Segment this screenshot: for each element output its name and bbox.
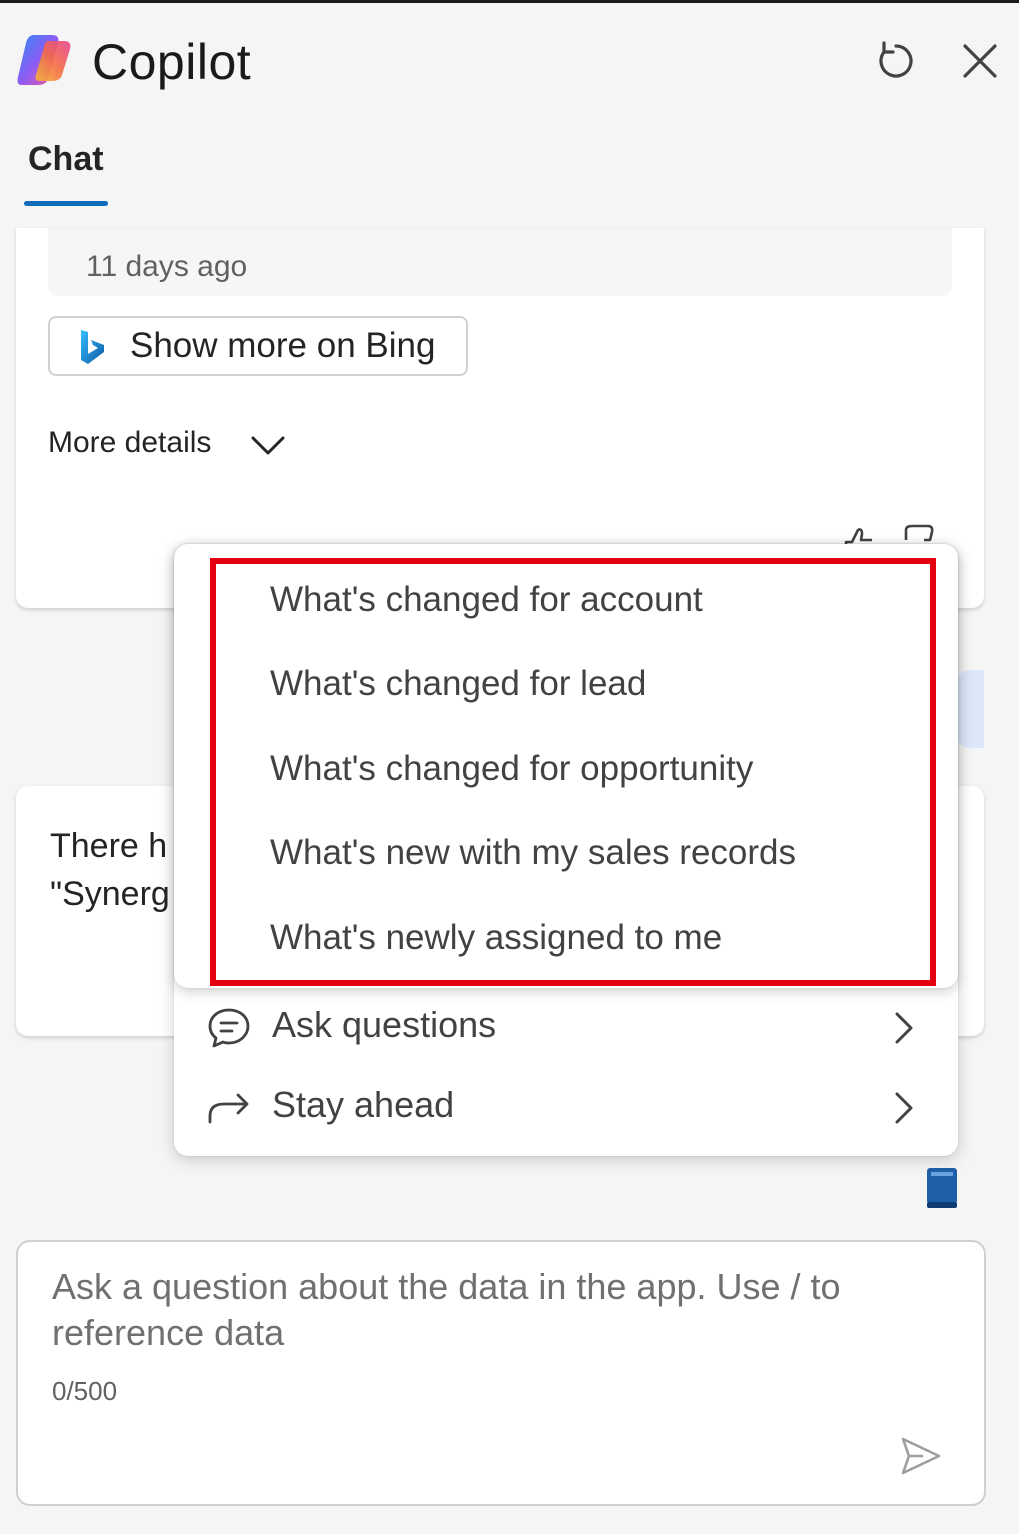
- prompt-guide-book-icon[interactable]: [924, 1166, 960, 1210]
- chat-composer[interactable]: Ask a question about the data in the app…: [16, 1240, 986, 1506]
- more-details-label: More details: [48, 426, 212, 459]
- refresh-button[interactable]: [872, 37, 920, 85]
- chevron-down-icon: [251, 436, 285, 455]
- refresh-icon: [879, 41, 913, 78]
- menu-item-label: Stay ahead: [272, 1084, 455, 1125]
- chat-bubble-icon: [208, 1008, 250, 1048]
- tab-active-indicator: [24, 201, 108, 206]
- prompt-guide-menu: Ask questions Stay ahead What's changed …: [174, 544, 958, 1156]
- share-arrow-icon: [208, 1093, 249, 1124]
- submenu-item-sales-records[interactable]: What's new with my sales records: [270, 833, 796, 873]
- submenu-item-account[interactable]: What's changed for account: [270, 580, 703, 620]
- character-counter: 0/500: [52, 1376, 118, 1406]
- submenu-item-opportunity[interactable]: What's changed for opportunity: [270, 749, 753, 789]
- more-details-toggle[interactable]: More details: [48, 426, 285, 470]
- bing-icon: [81, 330, 104, 364]
- copilot-header: Copilot: [0, 3, 1019, 115]
- bing-button-label: Show more on Bing: [130, 326, 436, 365]
- copilot-logo-icon: [17, 35, 71, 85]
- chevron-right-icon: [895, 1012, 913, 1044]
- user-message-bubble: [956, 670, 984, 748]
- close-button[interactable]: [956, 37, 1004, 85]
- submenu-item-newly-assigned[interactable]: What's newly assigned to me: [270, 918, 722, 958]
- close-icon: [963, 44, 997, 78]
- chat-input[interactable]: Ask a question about the data in the app…: [52, 1264, 932, 1356]
- app-title: Copilot: [92, 34, 252, 90]
- menu-item-ask-questions[interactable]: Ask questions: [202, 998, 930, 1058]
- source-snippet: 11 days ago: [48, 228, 952, 296]
- chevron-right-icon: [895, 1092, 913, 1124]
- snippet-timestamp: 11 days ago: [86, 250, 248, 283]
- tab-chat[interactable]: Chat: [24, 138, 108, 206]
- submenu-item-lead[interactable]: What's changed for lead: [270, 664, 646, 704]
- show-more-on-bing-button[interactable]: Show more on Bing: [48, 316, 468, 376]
- tab-chat-label: Chat: [28, 140, 104, 178]
- stay-ahead-submenu: What's changed for account What's change…: [174, 544, 958, 988]
- menu-item-label: Ask questions: [272, 1004, 497, 1045]
- send-icon[interactable]: [898, 1434, 944, 1478]
- menu-item-stay-ahead[interactable]: Stay ahead: [202, 1078, 930, 1138]
